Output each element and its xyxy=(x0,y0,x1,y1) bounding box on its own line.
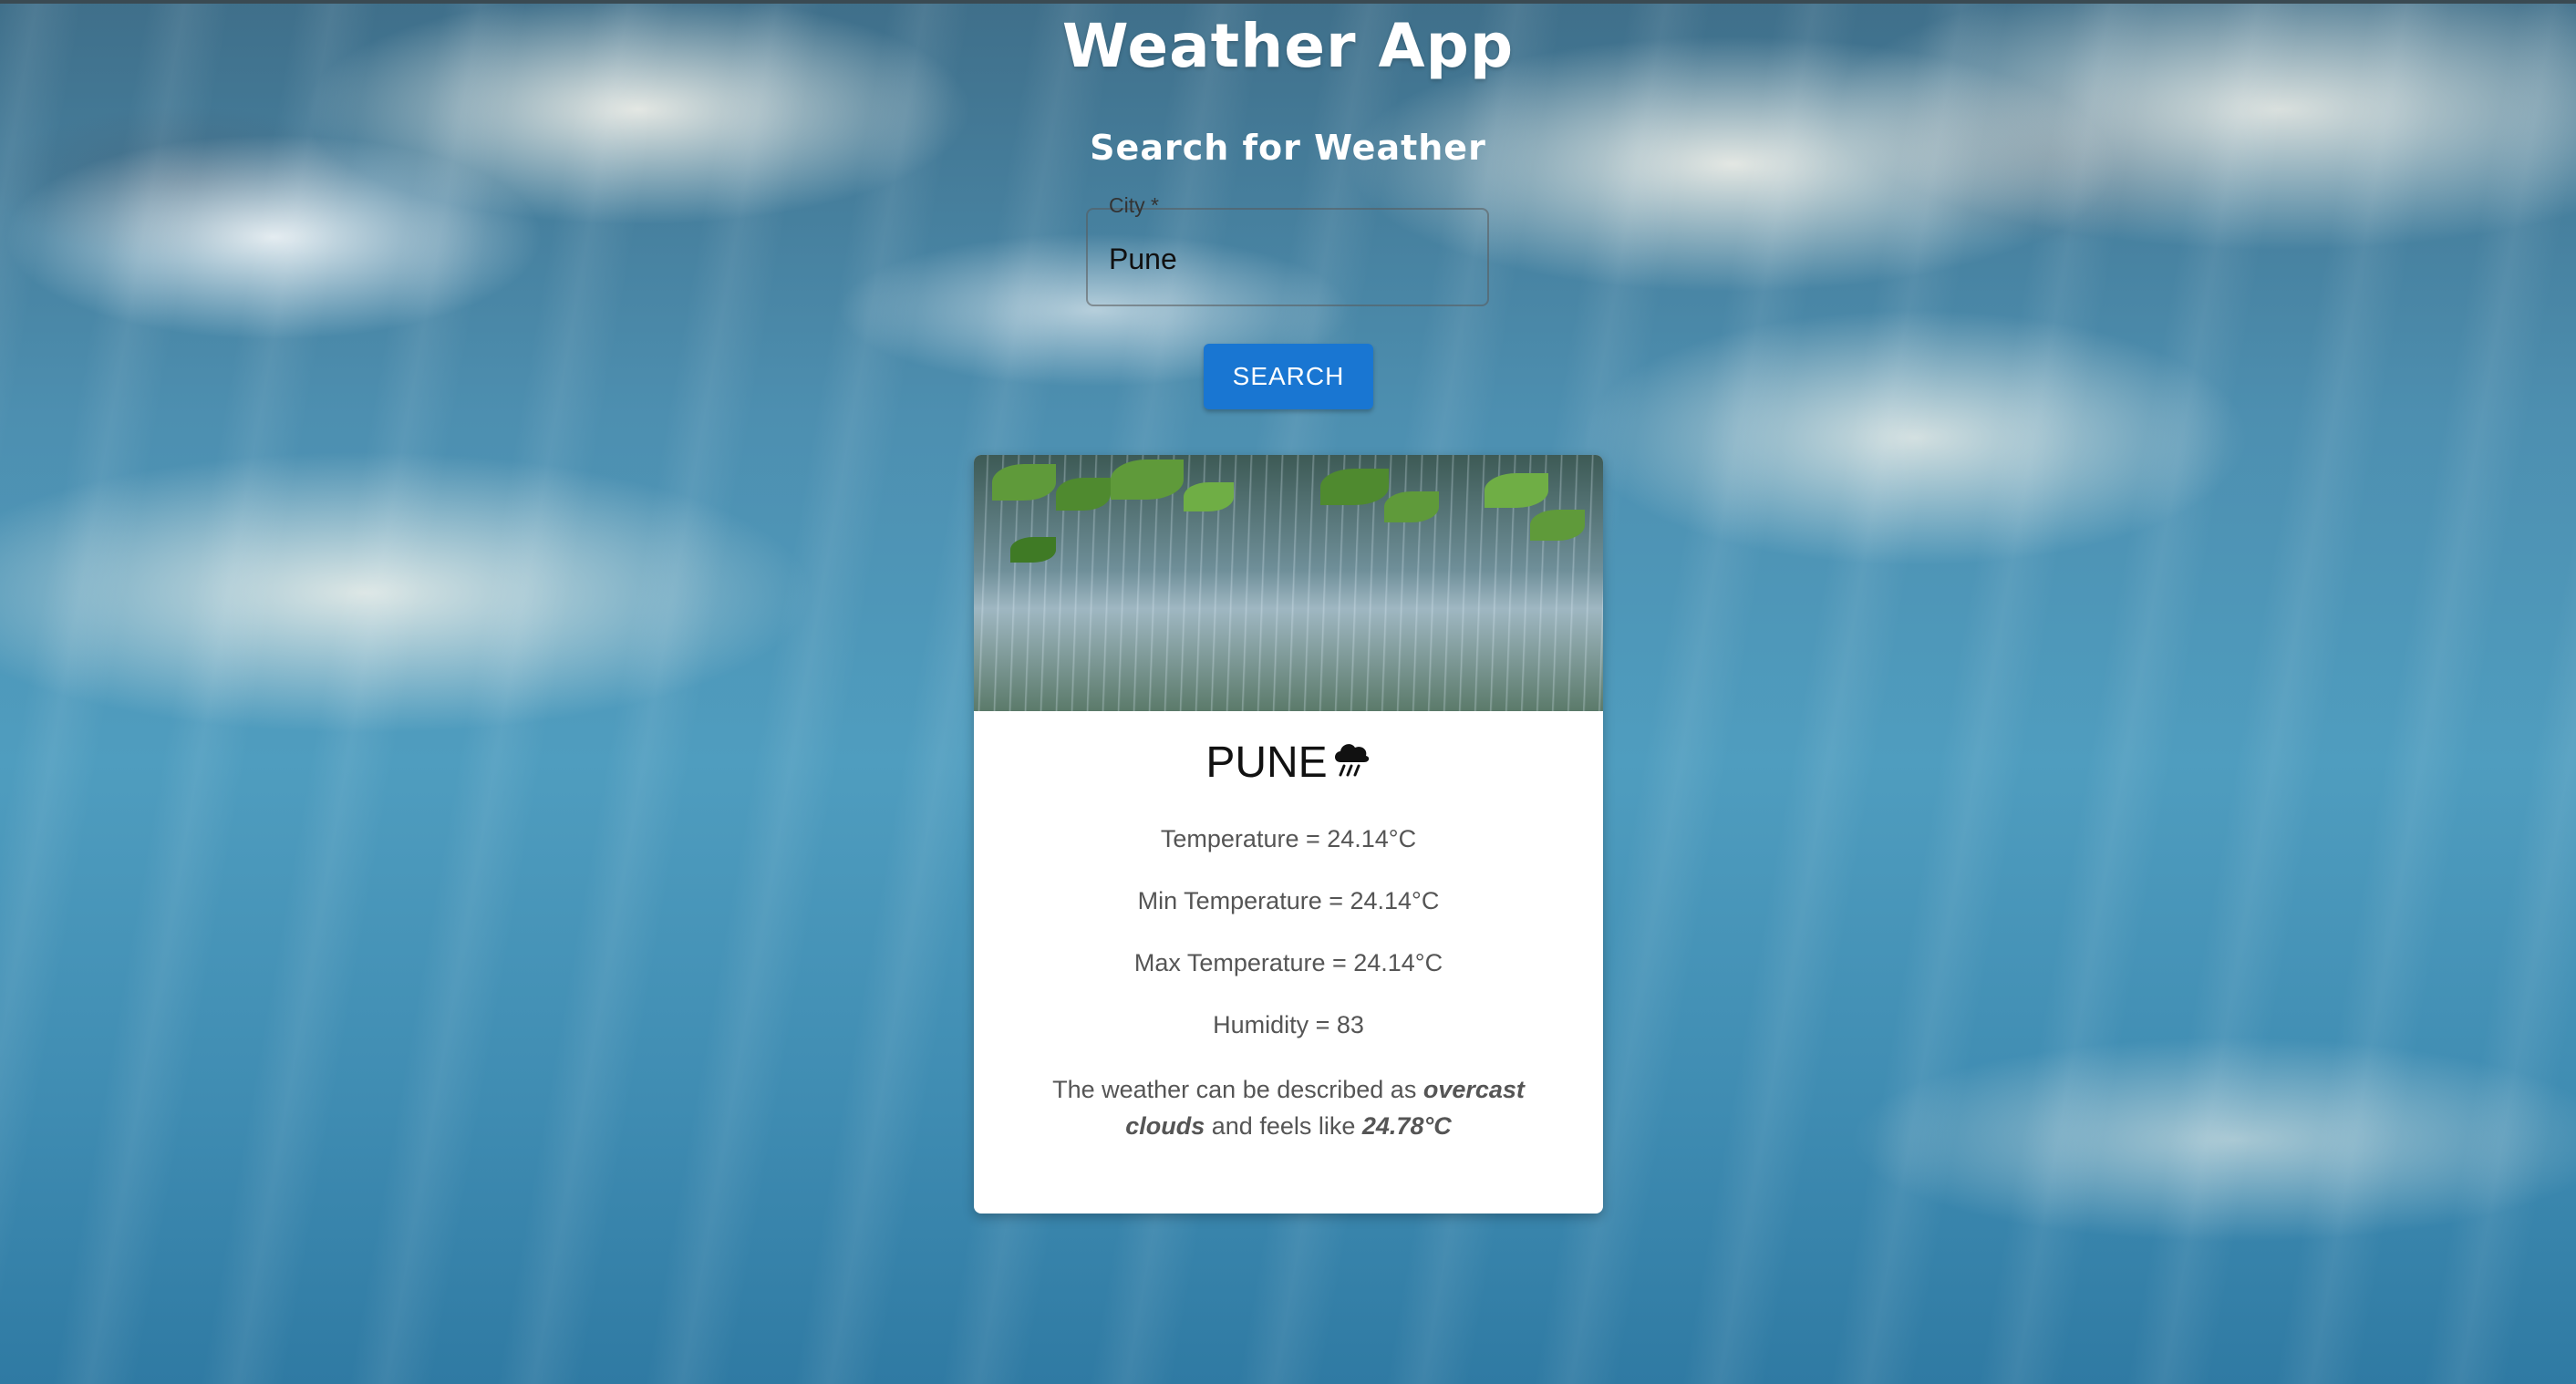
cloud-rain-icon xyxy=(1331,738,1371,791)
feels-like-value: 24.78°C xyxy=(1361,1112,1452,1140)
max-temperature-text: Max Temperature = 24.14°C xyxy=(1133,949,1443,976)
weather-image xyxy=(974,455,1603,711)
min-temperature-text: Min Temperature = 24.14°C xyxy=(1137,887,1440,914)
feels-like-prefix: and feels like xyxy=(1211,1112,1356,1140)
city-input[interactable] xyxy=(1109,239,1474,279)
city-name: PUNE xyxy=(1205,738,1328,787)
weather-card: PUNE Temperature = 24.14°C Min Temperatu… xyxy=(974,455,1603,1214)
weather-description: The weather can be described as overcast… xyxy=(1029,1071,1548,1144)
temperature-text: Temperature = 24.14°C xyxy=(1160,825,1417,852)
app-title: Weather App xyxy=(1061,11,1515,81)
top-edge xyxy=(0,0,2576,4)
search-heading: Search for Weather xyxy=(1090,128,1486,168)
search-button[interactable]: SEARCH xyxy=(1204,344,1373,409)
description-prefix: The weather can be described as xyxy=(1052,1076,1417,1103)
city-title: PUNE xyxy=(974,738,1603,791)
city-label: City * xyxy=(1109,193,1159,217)
humidity-text: Humidity = 83 xyxy=(1213,1011,1364,1038)
